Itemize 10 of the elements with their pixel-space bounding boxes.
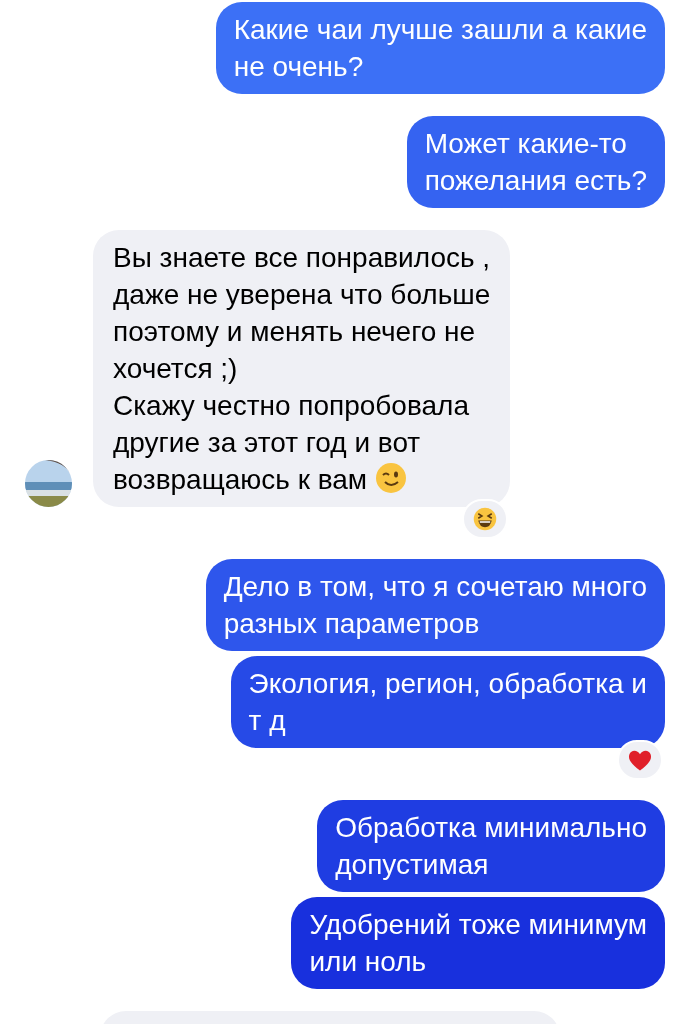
received-message: Вы знаете все понравилось , даже не уверена что больше поэтому и менять нечего не хочется ;) Скажу честно попробовала другие за этот год и вот возвращаюсь к вам [93, 230, 511, 507]
sent-message: Удобрений тоже минимум или ноль [291, 897, 665, 989]
sent-message: Экология, регион, обработка и т д [230, 656, 665, 748]
avatar[interactable] [25, 460, 72, 507]
sent-message: Какие чаи лучше зашли а какие не очень? [215, 2, 665, 94]
sent-message: Обработка минимально допустимая [317, 800, 665, 892]
winking-face-icon [375, 462, 408, 494]
laughing-face-icon [473, 507, 498, 531]
sent-message: Дело в том, что я сочетаю много разных параметров [205, 559, 665, 651]
sent-message: Может какие-то пожелания есть? [406, 116, 665, 208]
